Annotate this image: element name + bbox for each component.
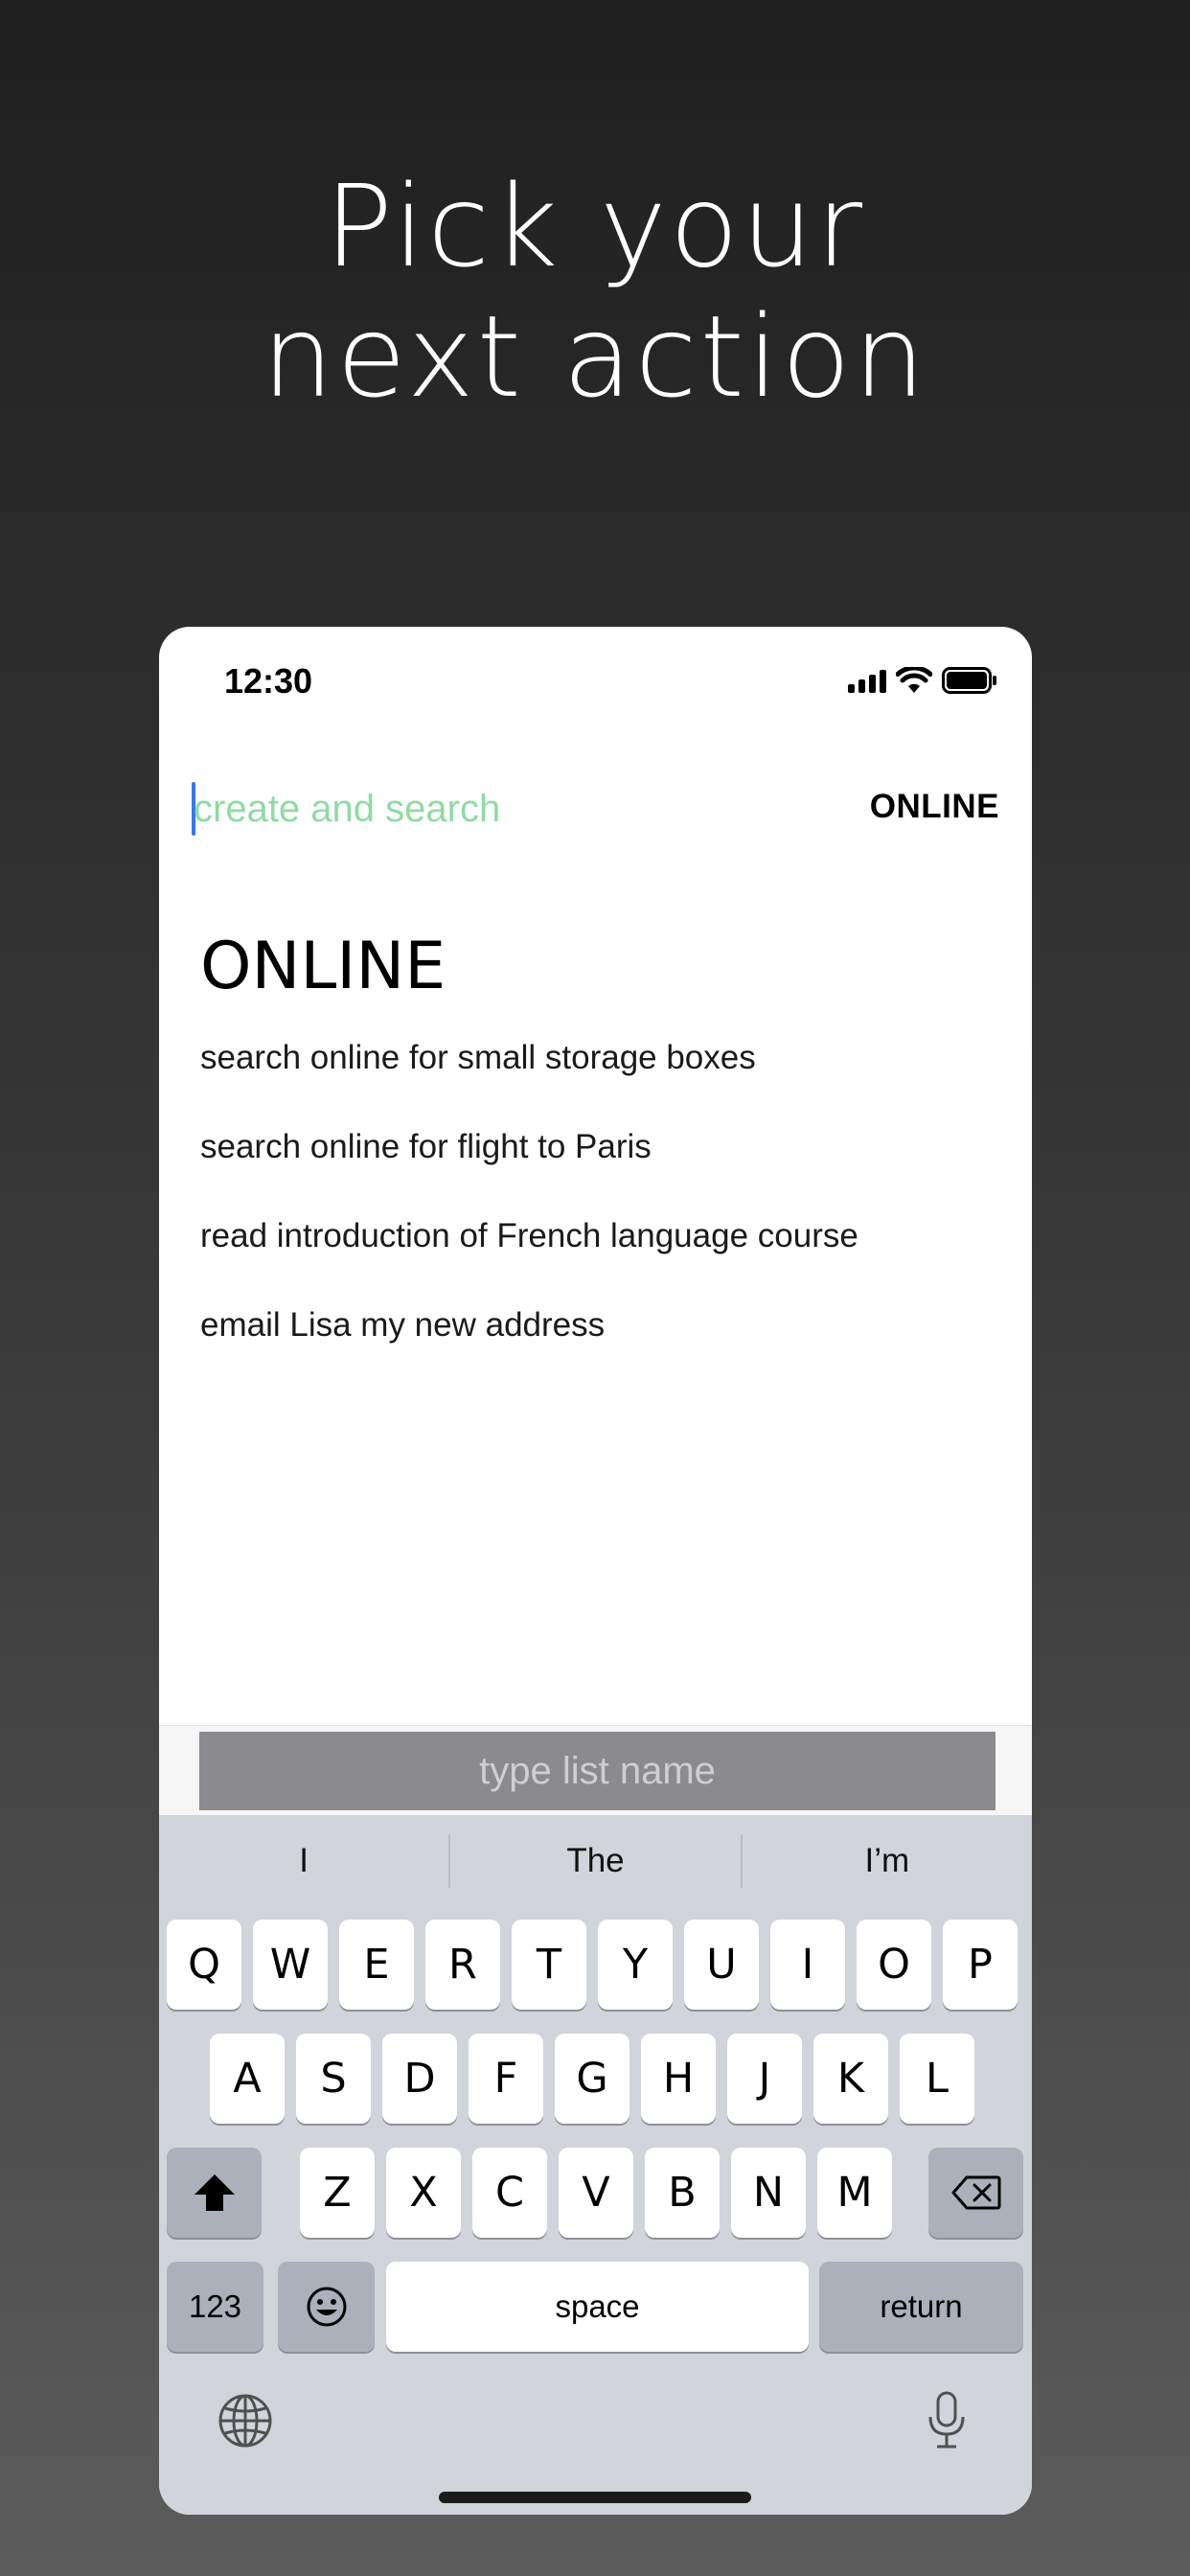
prediction-1[interactable]: I [159,1834,448,1888]
key-y[interactable]: Y [598,1920,673,2010]
phone-screen: 12:30 ONLINE ONLINE search online for sm… [159,627,1032,2515]
key-f[interactable]: F [469,2034,543,2124]
suggestion-item[interactable]: read introduction of French language cou… [200,1217,858,1306]
microphone-icon[interactable] [926,2390,968,2451]
section-title: ONLINE [200,929,446,1004]
key-h[interactable]: H [641,2034,716,2124]
home-indicator[interactable] [439,2492,751,2503]
key-n[interactable]: N [731,2148,806,2238]
headline-line-1: Pick your [324,160,866,292]
key-t[interactable]: T [512,1920,586,2010]
key-q[interactable]: Q [167,1920,241,2010]
key-e[interactable]: E [339,1920,414,2010]
shift-key[interactable] [167,2148,262,2238]
headline: Pick your next action [0,161,1190,422]
search-row: ONLINE [159,770,1032,847]
suggestion-list: search online for small storage boxes se… [200,1039,858,1395]
create-search-input[interactable] [194,778,788,840]
prediction-bar: I The I’m [159,1834,1032,1888]
key-j[interactable]: J [727,2034,802,2124]
key-x[interactable]: X [386,2148,461,2238]
key-k[interactable]: K [813,2034,888,2124]
prediction-3[interactable]: I’m [743,1834,1032,1888]
key-p[interactable]: P [943,1920,1018,2010]
key-i[interactable]: I [770,1920,845,2010]
key-r[interactable]: R [425,1920,500,2010]
space-key[interactable]: space [386,2262,809,2352]
suggestion-item[interactable]: search online for small storage boxes [200,1039,858,1128]
key-s[interactable]: S [296,2034,371,2124]
backspace-icon [951,2175,1000,2210]
key-g[interactable]: G [555,2034,629,2124]
suggestion-item[interactable]: search online for flight to Paris [200,1128,858,1217]
key-l[interactable]: L [900,2034,974,2124]
key-b[interactable]: B [645,2148,720,2238]
key-m[interactable]: M [817,2148,892,2238]
backspace-key[interactable] [928,2148,1023,2238]
prediction-2[interactable]: The [450,1834,740,1888]
emoji-icon [307,2287,346,2327]
emoji-key[interactable] [278,2262,375,2352]
key-z[interactable]: Z [300,2148,375,2238]
headline-line-2: next action [262,290,928,423]
key-w[interactable]: W [253,1920,328,2010]
shift-icon [194,2174,235,2211]
list-name-bar [159,1725,1032,1816]
online-mode-toggle[interactable]: ONLINE [870,788,999,826]
battery-icon [942,667,996,694]
status-bar: 12:30 [159,627,1032,742]
return-key[interactable]: return [819,2262,1023,2352]
key-v[interactable]: V [559,2148,633,2238]
key-c[interactable]: C [472,2148,547,2238]
numbers-key[interactable]: 123 [167,2262,263,2352]
key-u[interactable]: U [684,1920,759,2010]
globe-icon[interactable] [217,2392,274,2450]
signal-icon [848,668,886,693]
keyboard: I The I’m Q W E R T Y U I O P A S D F G … [159,1815,1032,2515]
key-d[interactable]: D [382,2034,457,2124]
status-time: 12:30 [224,661,313,701]
suggestion-item[interactable]: email Lisa my new address [200,1306,858,1395]
wifi-icon [896,667,932,693]
list-name-input[interactable] [199,1732,995,1810]
key-a[interactable]: A [210,2034,285,2124]
status-icons [848,665,997,696]
key-o[interactable]: O [857,1920,931,2010]
